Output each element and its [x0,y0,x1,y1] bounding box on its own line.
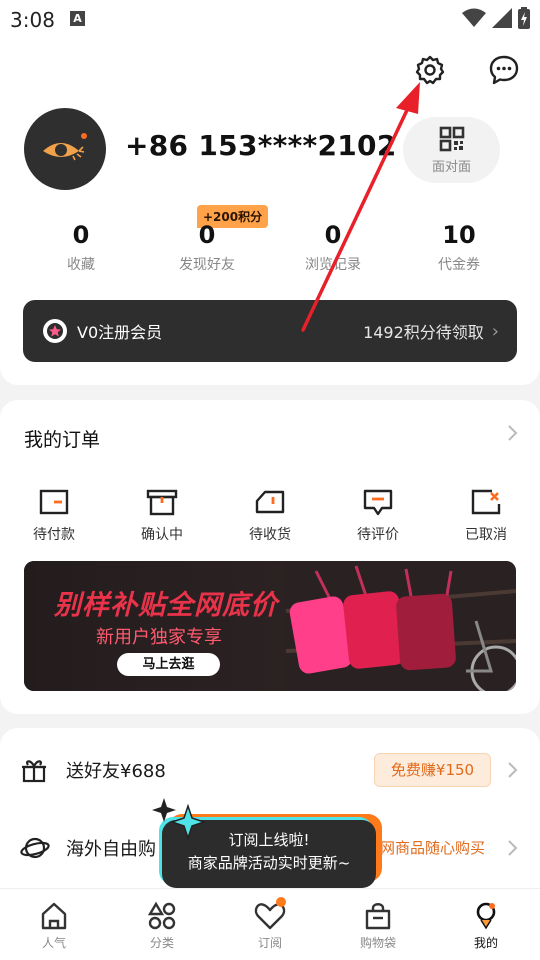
order-awaiting-review[interactable]: 待评价 [324,488,432,544]
stat-label: 浏览记录 [305,257,361,273]
sparkle-icon [152,798,207,841]
stat-value: 0 [72,221,90,249]
chevron-right-icon [508,762,518,778]
order-awaiting-delivery[interactable]: 待收货 [216,488,324,544]
status-bar: 3:08 A [0,0,540,40]
gift-icon [22,760,46,783]
user-phone: +86 153****2102 [125,129,397,162]
overseas-hint: 网商品随心购买 [380,839,486,857]
order-label: 已取消 [465,527,507,543]
stat-label: 发现好友 [179,257,235,273]
face-to-face-label: 面对面 [431,159,471,175]
home-icon [41,902,67,930]
vip-points-text: 1492积分待领取 [363,323,484,342]
chevron-right-icon: › [491,320,499,342]
category-icon [147,901,176,930]
qr-code-icon [439,126,464,151]
tab-label: 人气 [41,936,66,950]
chevron-right-icon [508,840,518,856]
tab-mine[interactable]: 我的 [432,889,540,960]
invite-friends-row[interactable]: 送好友¥688 免费赚¥150 [0,732,540,808]
profile-card: +86 153****2102 面对面 +200积分 0 收藏 0 发现好友 0… [0,40,540,385]
tab-label: 订阅 [257,936,282,950]
status-time: 3:08 [10,8,55,32]
tab-label: 分类 [149,936,174,950]
invite-friends-label: 送好友¥688 [66,761,166,782]
cancel-order-icon [471,489,501,515]
stat-value: 10 [442,221,476,249]
wallet-icon [39,489,69,515]
order-cancelled[interactable]: 已取消 [432,488,540,544]
tab-category[interactable]: 分类 [108,889,216,960]
box-icon [146,489,178,516]
truck-icon [255,490,285,514]
order-pending-payment[interactable]: 待付款 [0,488,108,544]
tab-popular[interactable]: 人气 [0,889,108,960]
tooltip-line-2: 商家品牌活动实时更新~ [187,854,351,872]
profile-icon [476,902,496,930]
notification-dot [276,897,286,907]
order-label: 待评价 [357,527,399,543]
tab-label: 购物袋 [359,936,396,950]
order-confirming[interactable]: 确认中 [108,488,216,544]
tab-subscription[interactable]: 订阅 [216,889,324,960]
orders-title: 我的订单 [24,429,101,451]
signal-icon [492,8,512,28]
status-icons [462,7,530,29]
chevron-right-icon [508,425,518,441]
banner-title: 别样补贴全网底价 [54,590,278,621]
order-label: 待收货 [249,527,291,543]
banner-cta-button[interactable]: 马上去逛 [117,653,220,676]
vip-membership-bar[interactable]: V0注册会员 1492积分待领取 › [23,300,517,362]
avatar[interactable] [24,108,106,190]
top-actions [412,52,522,88]
eye-logo-icon [43,133,87,161]
notification-icon: A [70,11,85,26]
face-to-face-button[interactable]: 面对面 [403,117,500,183]
overseas-shopping-label: 海外自由购 [66,839,156,860]
orders-card: 我的订单 待付款 确认中 待收货 待评价 已取消 别样补贴全网底价 新用户独家专… [0,400,540,714]
order-status-row: 待付款 确认中 待收货 待评价 已取消 [0,488,540,544]
stats-row: 0 收藏 0 发现好友 0 浏览记录 10 代金券 [18,220,522,274]
messages-button[interactable] [486,52,522,88]
stat-history[interactable]: 0 浏览记录 [270,220,396,274]
stat-value: 0 [324,221,342,249]
stat-vouchers[interactable]: 10 代金券 [396,220,522,274]
stat-find-friends[interactable]: 0 发现好友 [144,220,270,274]
order-label: 待付款 [33,527,75,543]
banner-subtitle: 新用户独家专享 [96,627,222,648]
stat-value: 0 [198,221,216,249]
bottom-tab-bar: 人气 分类 订阅 购物袋 我的 [0,888,540,960]
bag-icon [365,903,391,930]
wifi-icon [462,8,486,27]
vip-level-label: V0注册会员 [77,323,163,342]
stat-label: 代金券 [438,257,480,273]
tab-shopping-bag[interactable]: 购物袋 [324,889,432,960]
chat-bubble-icon [489,55,519,85]
earn-free-badge[interactable]: 免费赚¥150 [374,753,491,787]
vip-star-icon [43,319,67,343]
stat-label: 收藏 [67,257,95,273]
order-label: 确认中 [141,527,183,543]
banner-product-image [286,561,516,691]
gear-icon [415,55,445,85]
comment-icon [363,489,393,516]
promo-banner[interactable]: 别样补贴全网底价 新用户独家专享 马上去逛 [24,561,516,691]
battery-icon [518,7,530,29]
planet-icon [20,837,50,859]
stat-favorites[interactable]: 0 收藏 [18,220,144,274]
orders-view-all[interactable] [506,424,518,446]
settings-button[interactable] [412,52,448,88]
tab-label: 我的 [473,936,498,950]
